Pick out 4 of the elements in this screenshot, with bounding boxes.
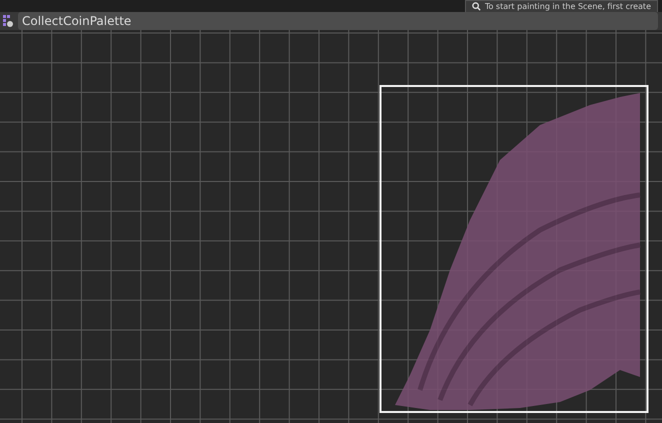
palette-dropdown[interactable]: CollectCoinPalette [18,12,658,30]
hint-text: To start painting in the Scene, first create [484,2,651,11]
search-icon [472,2,481,11]
palette-icon[interactable] [2,14,14,28]
